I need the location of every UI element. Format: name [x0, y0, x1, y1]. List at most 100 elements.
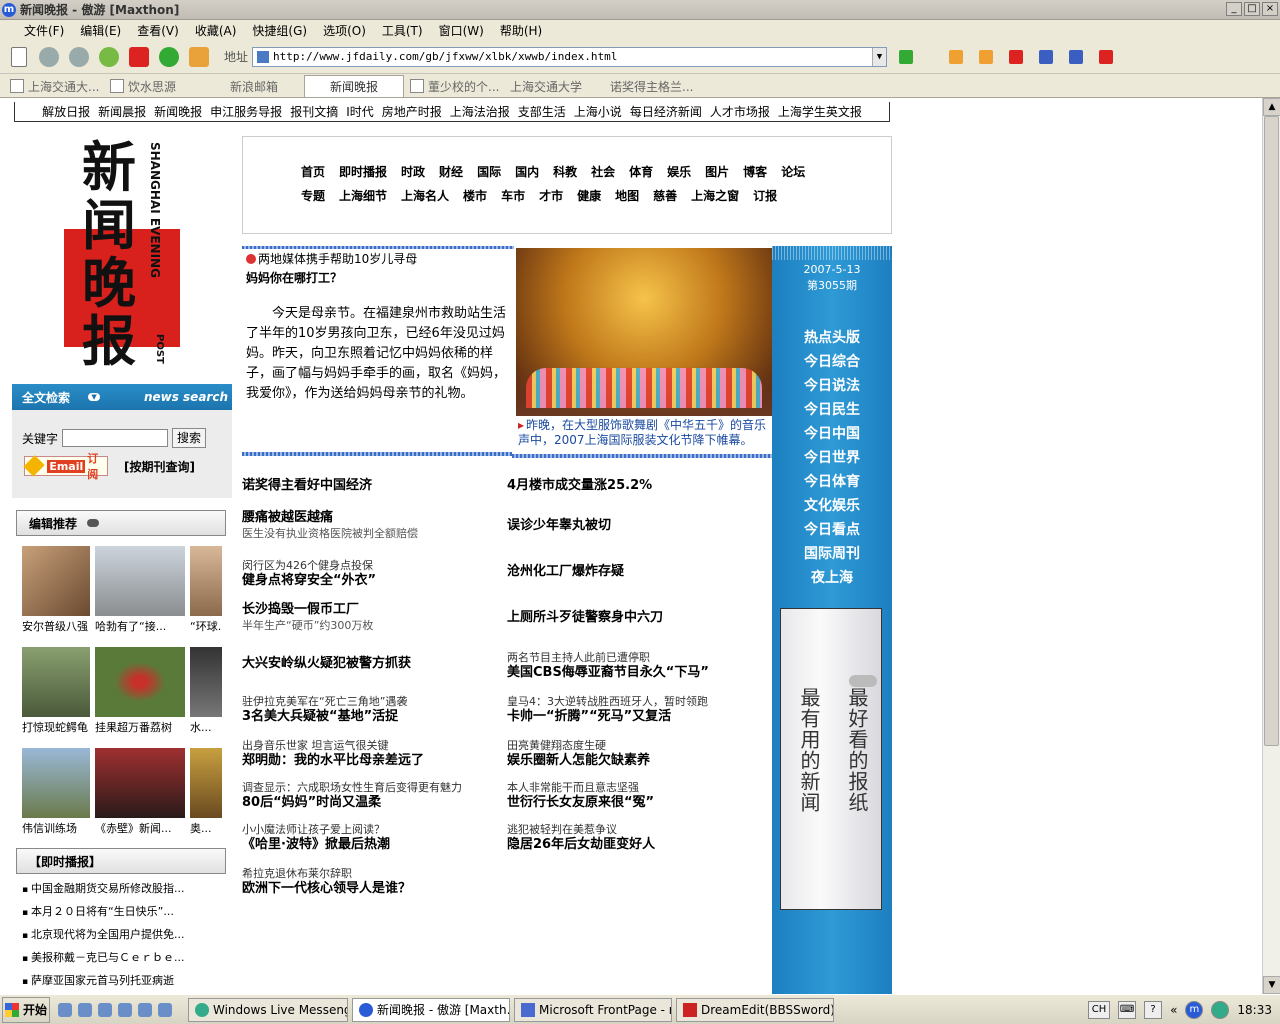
category-link[interactable]: 慈善 [653, 187, 677, 204]
feature-tag-text[interactable]: 两地媒体携手帮助10岁儿寻母 [258, 250, 417, 267]
headline-item[interactable]: 闵行区为426个健身点投保 健身点将穿安全“外衣” [242, 558, 504, 589]
list-item[interactable]: 本月２０日将有“生日快乐”... [22, 901, 216, 924]
headline-item[interactable]: 两名节目主持人此前已遭停职 美国CBS侮辱亚裔节目永久“下马” [507, 650, 769, 681]
section-link[interactable]: 今日世界 [772, 446, 892, 470]
min-tab-button[interactable] [1033, 44, 1059, 70]
headline-item[interactable]: 4月楼市成交量涨25.2% [507, 478, 769, 494]
list-item[interactable]: 萨摩亚国家元首马列托亚病逝 [22, 970, 216, 993]
nav-mrjj[interactable]: 每日经济新闻 [630, 103, 702, 120]
category-link[interactable]: 楼市 [463, 187, 487, 204]
menu-window[interactable]: 窗口(W) [431, 22, 492, 39]
tab-yinshui[interactable]: 饮水思源 [104, 75, 204, 97]
category-link[interactable]: 博客 [743, 163, 767, 180]
headline-item[interactable]: 腰痛被越医越痛 医生没有执业资格医院被判全额赔偿 [242, 510, 504, 541]
nav-xsyw[interactable]: 上海学生英文报 [778, 103, 862, 120]
headline-item[interactable]: 沧州化工厂爆炸存疑 [507, 564, 769, 580]
headline-title[interactable]: 80后“妈妈”时尚又温柔 [242, 795, 504, 811]
headline-title[interactable]: 《哈里·波特》掀最后热潮 [242, 837, 504, 853]
quicklaunch-icon[interactable] [138, 1002, 152, 1017]
help-icon[interactable]: ? [1144, 1001, 1163, 1019]
promo-banner[interactable]: 最好看的报纸 最有用的新闻 [780, 608, 882, 910]
menu-help[interactable]: 帮助(H) [492, 22, 550, 39]
category-link[interactable]: 上海细节 [339, 187, 387, 204]
email-subscribe-button[interactable]: Email 订阅 [23, 452, 108, 481]
task-messenger[interactable]: Windows Live Messenger [188, 997, 348, 1022]
nav-shxs[interactable]: 上海小说 [574, 103, 622, 120]
new-page-button[interactable] [6, 44, 32, 70]
photo-item[interactable]: 安尔普级八强 [22, 546, 90, 634]
headline-title[interactable]: 腰痛被越医越痛 [242, 510, 504, 526]
archive-link[interactable]: [按期刊查询] [124, 458, 195, 475]
section-link[interactable]: 今日看点 [772, 518, 892, 542]
nav-jfrb[interactable]: 解放日报 [42, 103, 90, 120]
tab-sjtu[interactable]: 上海交通大... [4, 75, 104, 97]
vertical-scrollbar[interactable]: ▲ ▼ [1262, 98, 1280, 994]
maximize-button[interactable]: □ [1244, 2, 1260, 16]
up-button[interactable] [96, 44, 122, 70]
headline-item[interactable]: 小小魔法师让孩子爱上阅读？ 《哈里·波特》掀最后热潮 [242, 822, 504, 853]
tab-xwwb[interactable]: 新闻晚报 [304, 75, 404, 97]
headline-title[interactable]: 娱乐圈新人怎能欠缺素养 [507, 753, 769, 769]
address-dropdown-icon[interactable]: ▼ [872, 47, 887, 66]
category-link[interactable]: 首页 [301, 163, 325, 180]
stop-button[interactable] [126, 44, 152, 70]
language-indicator[interactable]: CH [1088, 1001, 1111, 1019]
headline-title[interactable]: 上厕所斗歹徒警察身中六刀 [507, 610, 769, 626]
category-link[interactable]: 体育 [629, 163, 653, 180]
minimize-button[interactable]: _ [1226, 2, 1242, 16]
headline-item[interactable]: 皇马4：3大逆转战胜西班牙人，暂时领跑 卡帅一“折腾”“死马”又复活 [507, 694, 769, 725]
headline-title[interactable]: 误诊少年睾丸被切 [507, 518, 769, 534]
nav-rcsc[interactable]: 人才市场报 [710, 103, 770, 120]
headline-item[interactable]: 田亮黄健翔态度生硬 娱乐圈新人怎能欠缺素养 [507, 738, 769, 769]
headline-title[interactable]: 健身点将穿安全“外衣” [242, 573, 504, 589]
task-frontpage[interactable]: Microsoft FrontPage - ne... [514, 997, 672, 1022]
quicklaunch-icon[interactable] [118, 1002, 132, 1017]
photo-item[interactable]: 伟信训练场 [22, 748, 90, 836]
category-link[interactable]: 财经 [439, 163, 463, 180]
headline-title[interactable]: 隐居26年后女劫匪变好人 [507, 837, 769, 853]
list-item[interactable]: 北京现代将为全国用户提供免... [22, 924, 216, 947]
photo-item[interactable]: 打惊现蛇鳄龟 [22, 647, 90, 735]
tab-sina-mail[interactable]: 新浪邮箱 [204, 75, 304, 97]
headline-item[interactable]: 希拉克退休布莱尔辞职 欧洲下一代核心领导人是谁？ [242, 866, 504, 897]
menu-edit[interactable]: 编辑(E) [72, 22, 129, 39]
feature-photo[interactable] [516, 248, 772, 416]
nav-fdc[interactable]: 房地产时报 [382, 103, 442, 120]
menu-groups[interactable]: 快捷组(G) [244, 22, 315, 39]
category-link[interactable]: 国内 [515, 163, 539, 180]
headline-title[interactable]: 4月楼市成交量涨25.2% [507, 478, 769, 494]
nav-xwwb[interactable]: 新闻晚报 [154, 103, 202, 120]
category-link[interactable]: 国际 [477, 163, 501, 180]
headline-item[interactable]: 出身音乐世家 坦言运气很关键 郑明勋：我的水平比母亲差远了 [242, 738, 504, 769]
category-link[interactable]: 专题 [301, 187, 325, 204]
headline-title[interactable]: 美国CBS侮辱亚裔节目永久“下马” [507, 665, 769, 681]
keyword-input[interactable] [62, 429, 169, 447]
go-button[interactable] [893, 44, 919, 70]
category-link[interactable]: 车市 [501, 187, 525, 204]
scroll-up-icon[interactable]: ▲ [1263, 98, 1280, 116]
category-link[interactable]: 即时播报 [339, 163, 387, 180]
restore-tab-button[interactable] [1063, 44, 1089, 70]
prev-tab-button[interactable] [943, 44, 969, 70]
nav-xwcb[interactable]: 新闻晨报 [98, 103, 146, 120]
menu-options[interactable]: 选项(O) [315, 22, 374, 39]
headline-title[interactable]: 诺奖得主看好中国经济 [242, 478, 504, 494]
nav-zbsh[interactable]: 支部生活 [518, 103, 566, 120]
close-all-button[interactable] [1093, 44, 1119, 70]
address-bar[interactable]: http://www.jfdaily.com/gb/jfxww/xlbk/xww… [252, 46, 888, 67]
category-link[interactable]: 社会 [591, 163, 615, 180]
headline-item[interactable]: 驻伊拉克美军在“死亡三角地”遇袭 3名美大兵疑被“基地”活捉 [242, 694, 504, 725]
tab-sjtu-2[interactable]: 上海交通大学 [504, 75, 604, 97]
section-link[interactable]: 夜上海 [772, 566, 892, 590]
home-button[interactable] [186, 44, 212, 70]
headline-item[interactable]: 大兴安岭纵火疑犯被警方抓获 [242, 656, 504, 672]
feature-title[interactable]: 妈妈你在哪打工？ [246, 269, 510, 286]
photo-item[interactable]: 挂果超万番荔树 [95, 647, 185, 735]
photo-item[interactable]: 奥... [190, 748, 222, 836]
close-tab-button[interactable] [1003, 44, 1029, 70]
back-button[interactable] [36, 44, 62, 70]
nav-fzb[interactable]: 上海法治报 [450, 103, 510, 120]
nav-bkwz[interactable]: 报刊文摘 [290, 103, 338, 120]
feature-photo-caption[interactable]: 昨晚，在大型服饰歌舞剧《中华五千》的音乐声中，2007上海国际服装文化节降下帷幕… [518, 418, 772, 448]
headline-title[interactable]: 3名美大兵疑被“基地”活捉 [242, 709, 504, 725]
